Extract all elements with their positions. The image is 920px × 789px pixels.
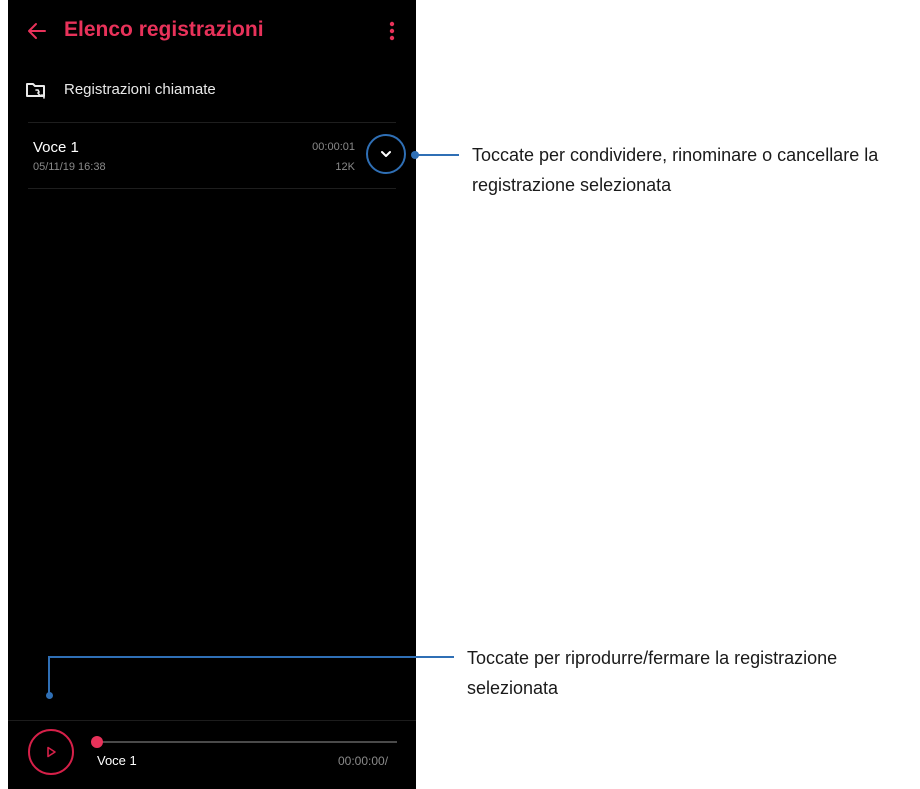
list-item-recording[interactable]: Voce 1 05/11/19 16:38 00:00:01 12K (8, 124, 419, 188)
play-button[interactable] (28, 729, 74, 775)
folder-call-recordings[interactable]: Registrazioni chiamate (8, 72, 416, 108)
player-divider (8, 720, 416, 721)
recording-name: Voce 1 (33, 139, 79, 156)
recording-date: 05/11/19 16:38 (33, 161, 106, 173)
callout-play: Toccate per riprodurre/fermare la regist… (467, 643, 837, 703)
page-title: Elenco registrazioni (64, 18, 264, 41)
app-bar: Elenco registrazioni (8, 0, 416, 64)
progress-track[interactable] (96, 741, 397, 743)
expand-options-button[interactable] (366, 134, 406, 174)
recording-duration: 00:00:01 (312, 141, 355, 153)
callout-line (48, 656, 50, 696)
callout-text-line: Toccate per riprodurre/fermare la regist… (467, 648, 838, 668)
recording-size: 12K (335, 161, 355, 173)
call-folder-icon (25, 80, 47, 100)
phone-screen: Elenco registrazioni Registrazioni chiam… (8, 0, 419, 789)
callout-line (48, 656, 454, 658)
divider (28, 122, 396, 123)
divider (28, 188, 396, 189)
chevron-down-icon (381, 151, 391, 157)
callout-text-line: selezionata (467, 678, 559, 698)
callout-text-line: registrazione selezionata (472, 175, 672, 195)
callout-line (415, 154, 459, 156)
callout-expand: Toccate per condividere, rinominare o ca… (472, 140, 878, 200)
more-vertical-icon[interactable] (388, 19, 396, 43)
play-icon (47, 746, 56, 758)
progress-thumb[interactable] (91, 736, 103, 748)
arrow-left-icon[interactable] (26, 20, 48, 42)
player-time: 00:00:00/ (338, 754, 389, 768)
callout-text-line: Toccate per condividere, rinominare o ca… (472, 145, 879, 165)
player-track-title: Voce 1 (97, 753, 137, 768)
folder-label: Registrazioni chiamate (64, 81, 216, 98)
